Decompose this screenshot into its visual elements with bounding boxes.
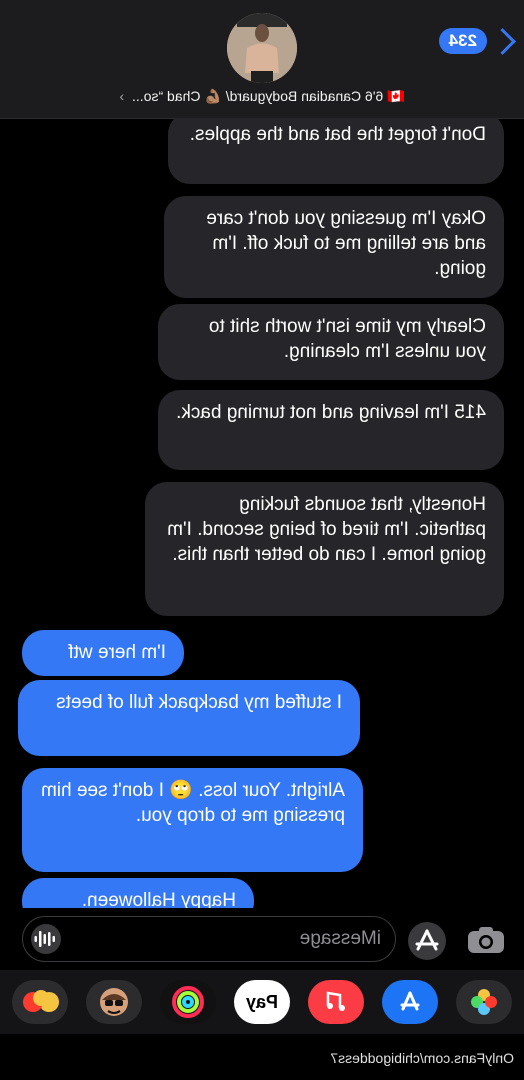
apple-pay-app-icon[interactable]: Pay	[234, 980, 290, 1024]
music-app-icon[interactable]	[308, 980, 364, 1024]
message-text: I stuffed my backpack full of beets	[56, 692, 342, 713]
memoji-app-icon[interactable]	[86, 980, 142, 1024]
message-text: Honestly, that sounds fucking pathetic. …	[167, 494, 486, 565]
message-thread[interactable]: Don't forget the bat and the apples. Oka…	[0, 118, 524, 908]
app-store-icon[interactable]	[408, 922, 446, 960]
message-input[interactable]: iMessage	[22, 916, 396, 962]
contact-avatar[interactable]	[227, 13, 297, 83]
message-bubble-outgoing[interactable]: I'm here wtf	[22, 630, 184, 676]
message-text: Happy Halloween.	[81, 890, 236, 908]
message-text: Okay I'm guessing you don't care and are…	[206, 208, 486, 279]
chevron-right-icon: ›	[119, 88, 125, 104]
activity-app-icon[interactable]	[160, 980, 216, 1024]
photos-app-icon[interactable]	[456, 980, 512, 1024]
message-text: 415 I'm leaving and not turning back.	[176, 402, 486, 423]
app-drawer: Pay	[0, 970, 524, 1034]
contact-name-text: 🇨🇦 6'6 Canadian Bodyguard/ 💪🏽 Chad “so..…	[132, 88, 405, 104]
watermark-text: OnlyFans.com/chibigoddess7	[330, 1050, 514, 1066]
emoji-stickers-app-icon[interactable]	[12, 980, 68, 1024]
message-text: Clearly my time isn't worth shit to you …	[208, 316, 486, 362]
camera-icon[interactable]	[466, 925, 506, 955]
back-button[interactable]: 234	[438, 27, 522, 55]
watermark-bar: OnlyFans.com/chibigoddess7	[0, 1040, 524, 1080]
apple-pay-label: Pay	[245, 991, 279, 1012]
audio-message-icon[interactable]	[31, 924, 61, 954]
message-text: Don't forget the bat and the apples.	[189, 124, 486, 145]
message-bubble-incoming[interactable]: Clearly my time isn't worth shit to you …	[158, 304, 504, 380]
message-bubble-incoming[interactable]: Don't forget the bat and the apples.	[168, 118, 504, 184]
message-bubble-outgoing[interactable]: Happy Halloween.	[22, 878, 254, 908]
unread-count-badge: 234	[438, 28, 487, 54]
composer-bar: iMessage	[0, 908, 524, 970]
message-text: I'm here wtf	[68, 642, 166, 663]
conversation-header: 234 🇨🇦 6'6 Canadian Bodyguard/ 💪🏽 Chad “…	[0, 0, 524, 119]
message-bubble-incoming[interactable]: Honestly, that sounds fucking pathetic. …	[145, 482, 504, 616]
message-bubble-outgoing[interactable]: Alright. Your loss. 🙄 I don't see him pr…	[22, 768, 363, 872]
message-bubble-incoming[interactable]: 415 I'm leaving and not turning back.	[158, 390, 504, 470]
message-bubble-outgoing[interactable]: I stuffed my backpack full of beets	[18, 680, 360, 756]
message-bubble-incoming[interactable]: Okay I'm guessing you don't care and are…	[164, 196, 504, 298]
message-text: Alright. Your loss. 🙄 I don't see him pr…	[41, 780, 345, 826]
contact-name[interactable]: 🇨🇦 6'6 Canadian Bodyguard/ 💪🏽 Chad “so..…	[0, 88, 524, 105]
message-input-placeholder: iMessage	[299, 928, 381, 949]
chevron-left-icon	[489, 27, 516, 55]
app-store-app-icon[interactable]	[382, 980, 438, 1024]
